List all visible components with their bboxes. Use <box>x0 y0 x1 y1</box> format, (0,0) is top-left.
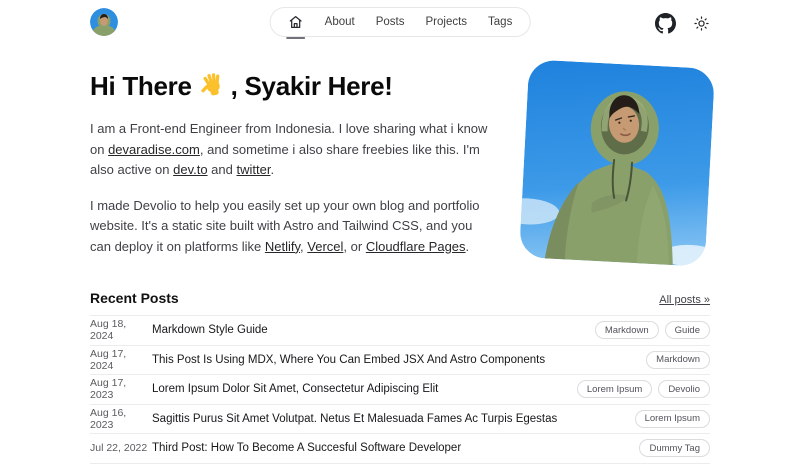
post-date: Aug 16, 2023 <box>90 407 152 431</box>
hero-text: Hi There , Syakir Her <box>90 68 492 272</box>
recent-posts-header: Recent Posts All posts » <box>90 290 710 315</box>
post-date: Aug 17, 2024 <box>90 348 152 372</box>
post-tags: Lorem Ipsum <box>635 410 710 428</box>
post-tag[interactable]: Guide <box>665 321 710 339</box>
github-link[interactable] <box>655 13 676 34</box>
inline-link[interactable]: Netlify <box>265 239 300 254</box>
post-tags: Dummy Tag <box>639 439 710 457</box>
paragraph-text: . <box>466 239 470 254</box>
nav-item-about[interactable]: About <box>325 16 355 28</box>
hero-section: Hi There , Syakir Her <box>90 68 710 272</box>
post-title-link[interactable]: Lorem Ipsum Dolor Sit Amet, Consectetur … <box>152 383 577 395</box>
post-title-link[interactable]: Markdown Style Guide <box>152 324 595 336</box>
post-title-link[interactable]: Third Post: How To Become A Succesful So… <box>152 442 639 454</box>
title-post: , Syakir Here! <box>231 71 393 102</box>
main-nav: About Posts Projects Tags <box>270 7 531 37</box>
post-date: Aug 17, 2023 <box>90 377 152 401</box>
title-pre: Hi There <box>90 71 192 102</box>
post-tag[interactable]: Lorem Ipsum <box>577 380 652 398</box>
post-date: Aug 18, 2024 <box>90 318 152 342</box>
github-icon <box>655 13 676 34</box>
nav-item-tags[interactable]: Tags <box>488 16 512 28</box>
post-row[interactable]: Aug 16, 2023Sagittis Purus Sit Amet Volu… <box>90 405 710 435</box>
post-tags: Markdown <box>646 351 710 369</box>
paragraph-text: . <box>270 162 274 177</box>
post-title-link[interactable]: This Post Is Using MDX, Where You Can Em… <box>152 354 646 366</box>
paragraph-text: and <box>208 162 237 177</box>
inline-link[interactable]: Cloudflare Pages <box>366 239 466 254</box>
all-posts-link[interactable]: All posts » <box>659 294 710 306</box>
inline-link[interactable]: devaradise.com <box>108 142 200 157</box>
inline-link[interactable]: dev.to <box>173 162 207 177</box>
post-title-link[interactable]: Sagittis Purus Sit Amet Volutpat. Netus … <box>152 413 635 425</box>
top-actions <box>655 8 710 34</box>
profile-photo <box>519 59 715 266</box>
post-tags: Markdown Guide <box>595 321 710 339</box>
recent-posts-title: Recent Posts <box>90 290 179 306</box>
recent-posts-section: Recent Posts All posts » Aug 18, 2024Mar… <box>90 290 710 464</box>
post-row[interactable]: Jul 22, 2022Third Post: How To Become A … <box>90 434 710 464</box>
intro-paragraph: I am a Front-end Engineer from Indonesia… <box>90 119 492 181</box>
waving-hand-icon <box>200 70 226 103</box>
post-row[interactable]: Aug 17, 2024This Post Is Using MDX, Wher… <box>90 346 710 376</box>
post-row[interactable]: Aug 17, 2023Lorem Ipsum Dolor Sit Amet, … <box>90 375 710 405</box>
post-list: Aug 18, 2024Markdown Style GuideMarkdown… <box>90 315 710 464</box>
post-tag[interactable]: Dummy Tag <box>639 439 710 457</box>
home-icon <box>288 14 304 30</box>
post-tag[interactable]: Markdown <box>646 351 710 369</box>
sun-icon <box>693 15 710 32</box>
paragraph-text: , or <box>343 239 365 254</box>
main-content: Hi There , Syakir Her <box>90 68 710 464</box>
inline-link[interactable]: Vercel <box>307 239 343 254</box>
post-date: Jul 22, 2022 <box>90 442 152 454</box>
post-tags: Lorem Ipsum Devolio <box>577 380 710 398</box>
post-row[interactable]: Aug 18, 2024Markdown Style GuideMarkdown… <box>90 316 710 346</box>
post-tag[interactable]: Lorem Ipsum <box>635 410 710 428</box>
nav-item-home[interactable] <box>288 14 304 30</box>
nav-item-posts[interactable]: Posts <box>376 16 405 28</box>
avatar[interactable] <box>90 8 118 36</box>
inline-link[interactable]: twitter <box>236 162 270 177</box>
top-bar: About Posts Projects Tags <box>0 0 800 44</box>
theme-toggle[interactable] <box>693 15 710 32</box>
post-tag[interactable]: Markdown <box>595 321 659 339</box>
nav-item-projects[interactable]: Projects <box>425 16 467 28</box>
page-title: Hi There , Syakir Her <box>90 70 492 103</box>
devolio-paragraph: I made Devolio to help you easily set up… <box>90 196 492 258</box>
post-tag[interactable]: Devolio <box>658 380 710 398</box>
avatar-photo <box>90 8 118 36</box>
